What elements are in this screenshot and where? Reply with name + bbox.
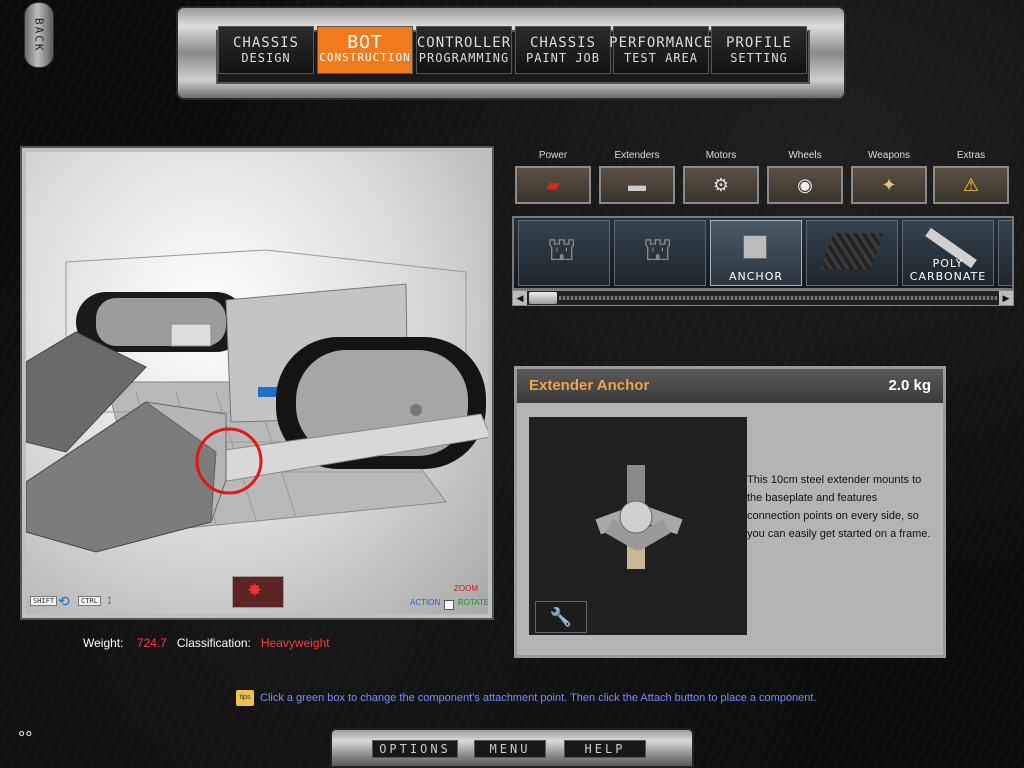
action-hint: ACTION xyxy=(410,598,441,607)
tab-performance-test-area[interactable]: PERFORMANCE TEST AREA xyxy=(609,26,712,74)
tab-line1: PROFILE xyxy=(725,35,792,51)
tab-profile-setting[interactable]: PROFILE SETTING xyxy=(711,26,807,74)
zoom-hint: ZOOM xyxy=(454,584,478,593)
bot-model-render xyxy=(26,249,488,553)
extender-bar-icon: ▬ xyxy=(599,166,675,204)
component-item-polycarbonate[interactable]: POLY CARBONATE xyxy=(902,220,994,286)
rotate-arrow-icon: ⟲ xyxy=(58,593,70,609)
menu-button[interactable]: MENU xyxy=(474,740,546,758)
component-scrollbar[interactable]: ◀ ▶ xyxy=(512,290,1014,306)
weight-label: Weight: xyxy=(83,636,124,650)
category-wheels[interactable]: Wheels ◉ xyxy=(766,150,844,204)
wrench-icon: 🔧 xyxy=(549,606,573,627)
component-categories: Power ▰ Extenders ▬ Motors ⚙ Wheels ◉ We… xyxy=(512,150,1012,206)
paint-splat-icon[interactable]: ✸ xyxy=(232,576,284,608)
move-arrow-icon: ↕ xyxy=(106,591,113,607)
component-item[interactable] xyxy=(806,220,898,286)
category-extras[interactable]: Extras ⚠ xyxy=(932,150,1010,204)
category-label: Power xyxy=(538,150,568,161)
tab-line1: BOT xyxy=(347,32,383,53)
tab-line1: CONTROLLER xyxy=(416,35,512,51)
wheel-icon: ◉ xyxy=(767,166,843,204)
motor-icon: ⚙ xyxy=(683,166,759,204)
scroll-right-arrow-icon[interactable]: ▶ xyxy=(999,291,1013,305)
tab-bot-construction[interactable]: BOT CONSTRUCTION xyxy=(317,26,413,74)
tab-line2: DESIGN xyxy=(241,51,291,65)
scroll-thumb[interactable] xyxy=(529,292,557,304)
component-info-panel: Extender Anchor 2.0 kg 🔧 This 10cm steel… xyxy=(514,366,946,658)
weight-value: 724.7 xyxy=(136,636,167,650)
tab-line2: PAINT JOB xyxy=(525,51,601,65)
category-label: Motors xyxy=(705,150,737,161)
tab-line2: CONSTRUCTION xyxy=(319,51,411,64)
back-button[interactable]: BACK xyxy=(24,2,54,68)
tab-line2: TEST AREA xyxy=(623,51,699,65)
component-item[interactable]: ⛫ xyxy=(614,220,706,286)
category-weapons[interactable]: Weapons ✦ xyxy=(850,150,928,204)
options-button[interactable]: OPTIONS xyxy=(372,740,458,758)
category-label: Wheels xyxy=(788,150,822,161)
component-item-anchor[interactable]: ANCHOR xyxy=(710,220,802,286)
tab-line1: CHASSIS xyxy=(232,35,299,51)
classification-label: Classification: xyxy=(176,636,251,650)
shift-key-hint: SHIFT xyxy=(30,596,58,606)
component-description: This 10cm steel extender mounts to the b… xyxy=(747,474,931,540)
category-label: Extras xyxy=(956,150,986,161)
category-label: Extenders xyxy=(614,150,660,161)
scroll-track xyxy=(559,296,997,300)
tip-text: Click a green box to change the componen… xyxy=(260,692,817,704)
category-extenders[interactable]: Extenders ▬ xyxy=(598,150,676,204)
category-motors[interactable]: Motors ⚙ xyxy=(682,150,760,204)
cube-icon xyxy=(743,235,767,259)
classification-value: Heavyweight xyxy=(260,636,330,650)
info-header: Extender Anchor 2.0 kg xyxy=(517,369,943,403)
bracket-icon: ⛫ xyxy=(547,231,577,267)
bracket-icon: ⛫ xyxy=(643,231,673,267)
component-item[interactable]: ⛫ xyxy=(518,220,610,286)
attach-button[interactable]: 🔧 xyxy=(535,601,587,633)
tab-chassis-paint-job[interactable]: CHASSIS PAINT JOB xyxy=(515,26,611,74)
component-preview: 🔧 xyxy=(529,417,747,635)
component-caption: ANCHOR xyxy=(728,270,783,283)
category-power[interactable]: Power ▰ xyxy=(514,150,592,204)
category-label: Weapons xyxy=(867,150,911,161)
tab-controller-programming[interactable]: CONTROLLER PROGRAMMING xyxy=(416,26,512,74)
tip-bar: tips Click a green box to change the com… xyxy=(236,690,817,706)
component-item[interactable]: A xyxy=(998,220,1012,286)
component-title: Extender Anchor xyxy=(529,377,650,394)
scroll-left-arrow-icon[interactable]: ◀ xyxy=(513,291,527,305)
component-mass: 2.0 kg xyxy=(888,377,931,394)
tab-line2: PROGRAMMING xyxy=(418,51,510,65)
battery-icon: ▰ xyxy=(515,166,591,204)
ctrl-key-hint: CTRL xyxy=(78,596,101,606)
carbon-plate-icon xyxy=(820,233,884,269)
corner-decoration-icon: °° xyxy=(18,728,33,748)
weight-stats: Weight: 724.7 Classification: Heavyweigh… xyxy=(83,636,330,650)
bot-3d-viewport[interactable]: SHIFT ⟲ CTRL ↕ ✸ ACTION ZOOM ROTATE xyxy=(20,146,494,620)
component-caption: A xyxy=(999,270,1012,283)
tips-icon: tips xyxy=(236,690,254,706)
bottom-menu-bar: OPTIONS MENU HELP xyxy=(330,728,694,768)
tab-line1: PERFORMANCE xyxy=(609,35,713,51)
blade-icon: ✦ xyxy=(851,166,927,204)
tab-line2: SETTING xyxy=(730,51,788,65)
viewport-controls-hint: SHIFT ⟲ CTRL ↕ ✸ ACTION ZOOM ROTATE xyxy=(26,576,490,614)
tab-line1: CHASSIS xyxy=(529,35,596,51)
rotate-hint: ROTATE xyxy=(458,598,490,607)
component-caption: POLY CARBONATE xyxy=(909,257,987,283)
help-button[interactable]: HELP xyxy=(564,740,646,758)
tab-chassis-design[interactable]: CHASSIS DESIGN xyxy=(218,26,314,74)
hazard-icon: ⚠ xyxy=(933,166,1009,204)
mouse-hint-icon xyxy=(444,600,454,610)
component-list: ⛫ ⛫ ANCHOR POLY CARBONATE A xyxy=(512,216,1014,290)
